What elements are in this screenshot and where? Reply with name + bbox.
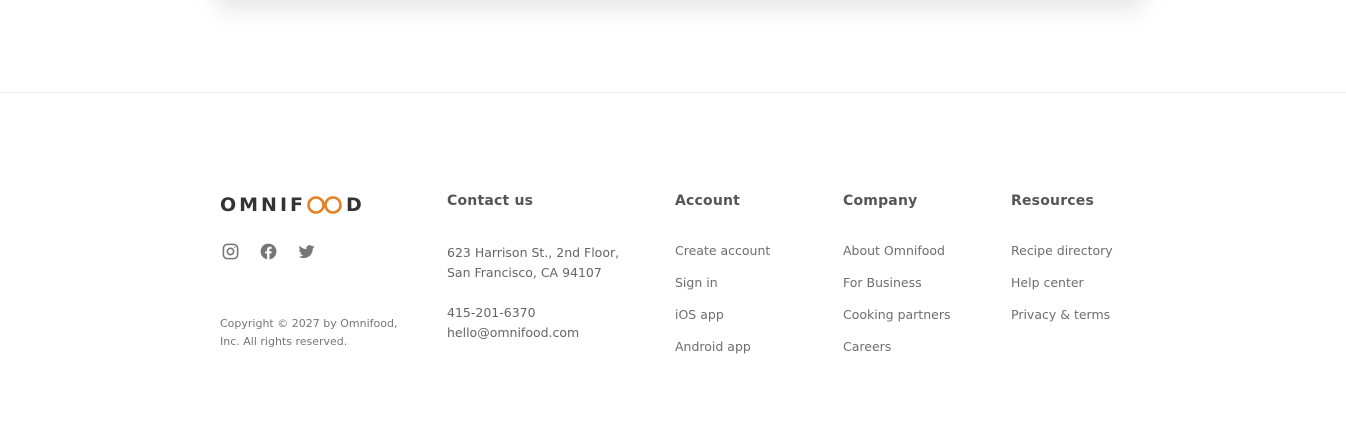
list-item: Help center xyxy=(1011,272,1113,304)
sign-in-link[interactable]: Sign in xyxy=(675,275,718,290)
account-links: Create account Sign in iOS app Android a… xyxy=(675,240,770,368)
resources-heading: Resources xyxy=(1011,193,1095,209)
careers-link[interactable]: Careers xyxy=(843,339,891,354)
company-links: About Omnifood For Business Cooking part… xyxy=(843,240,950,368)
resources-links: Recipe directory Help center Privacy & t… xyxy=(1011,240,1113,336)
address-line-1: 623 Harrison St., 2nd Floor, xyxy=(447,245,620,260)
list-item: Recipe directory xyxy=(1011,240,1113,272)
ios-app-link[interactable]: iOS app xyxy=(675,307,724,322)
about-link[interactable]: About Omnifood xyxy=(843,243,945,258)
recipe-directory-link[interactable]: Recipe directory xyxy=(1011,243,1113,258)
android-app-link[interactable]: Android app xyxy=(675,339,751,354)
contact-details: 415-201-6370 hello@omnifood.com xyxy=(447,303,579,343)
list-item: Cooking partners xyxy=(843,304,950,336)
company-heading: Company xyxy=(843,193,918,209)
contact-address: 623 Harrison St., 2nd Floor, San Francis… xyxy=(447,243,647,283)
list-item: Android app xyxy=(675,336,770,368)
logo-text-left: OMNIF xyxy=(220,194,307,216)
list-item: For Business xyxy=(843,272,950,304)
account-heading: Account xyxy=(675,193,741,209)
email-link[interactable]: hello@omnifood.com xyxy=(447,323,579,343)
cooking-partners-link[interactable]: Cooking partners xyxy=(843,307,950,322)
privacy-terms-link[interactable]: Privacy & terms xyxy=(1011,307,1110,322)
list-item: Privacy & terms xyxy=(1011,304,1113,336)
help-center-link[interactable]: Help center xyxy=(1011,275,1084,290)
copyright-text: Copyright © 2027 by Omnifood, Inc. All r… xyxy=(220,317,398,348)
facebook-icon[interactable] xyxy=(258,241,278,261)
list-item: Create account xyxy=(675,240,770,272)
omnifood-logo[interactable]: OMNIF D xyxy=(220,194,365,216)
footer: OMNIF D Copyright © 2027 by Omnifood, In… xyxy=(0,92,1346,446)
for-business-link[interactable]: For Business xyxy=(843,275,922,290)
infinity-logo-icon xyxy=(307,196,342,214)
social-links xyxy=(220,241,316,261)
list-item: Careers xyxy=(843,336,950,368)
phone-link[interactable]: 415-201-6370 xyxy=(447,303,579,323)
twitter-icon[interactable] xyxy=(296,241,316,261)
list-item: About Omnifood xyxy=(843,240,950,272)
list-item: iOS app xyxy=(675,304,770,336)
contact-heading: Contact us xyxy=(447,193,534,209)
list-item: Sign in xyxy=(675,272,770,304)
logo-text-right: D xyxy=(346,194,365,216)
address-line-2: San Francisco, CA 94107 xyxy=(447,265,602,280)
create-account-link[interactable]: Create account xyxy=(675,243,770,258)
instagram-icon[interactable] xyxy=(220,241,240,261)
